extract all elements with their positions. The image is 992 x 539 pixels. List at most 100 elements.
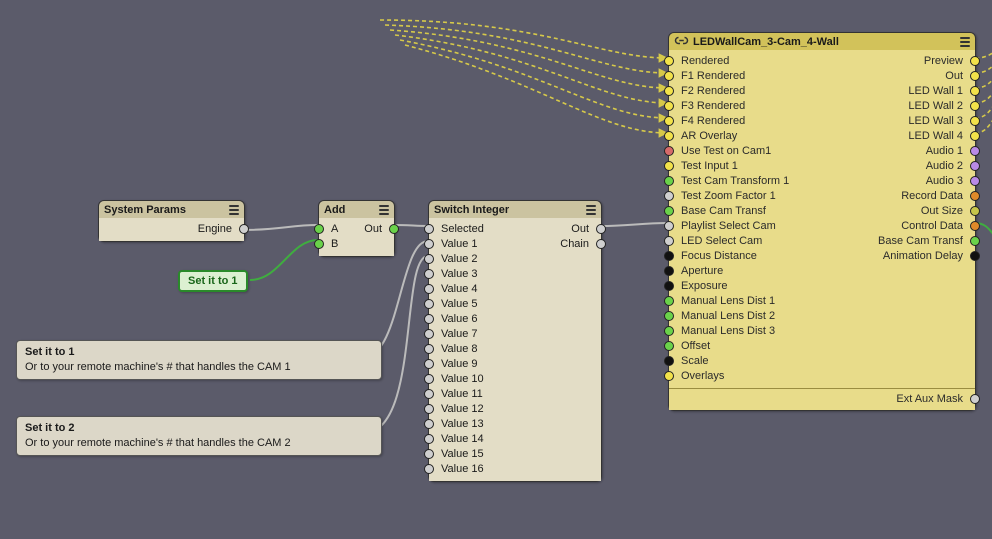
port-in[interactable] [664,281,674,291]
port-in[interactable] [664,311,674,321]
port-in[interactable] [314,239,324,249]
port-in[interactable] [314,224,324,234]
input-b[interactable]: B [319,236,394,251]
port-in[interactable] [664,341,674,351]
input-value-6[interactable]: Value 6 [429,311,601,326]
input-selected[interactable]: SelectedOut [429,221,601,236]
node-system-params[interactable]: System Params Engine [98,200,245,242]
port-out[interactable] [970,161,980,171]
input-value-10[interactable]: Value 10 [429,371,601,386]
port-in[interactable] [424,239,434,249]
input-value-4[interactable]: Value 4 [429,281,601,296]
node-header[interactable]: System Params [99,201,244,218]
port-in[interactable] [424,434,434,444]
port-in[interactable] [664,161,674,171]
port-in[interactable] [424,374,434,384]
port-out[interactable] [970,131,980,141]
port-out[interactable] [970,394,980,404]
port-out[interactable] [970,206,980,216]
port-out[interactable] [970,251,980,261]
port-in[interactable] [424,284,434,294]
port-in[interactable] [664,251,674,261]
port-in[interactable] [424,449,434,459]
port-in[interactable] [424,419,434,429]
note-cam2[interactable]: Set it to 2 Or to your remote machine's … [16,416,382,456]
node-switch-integer[interactable]: Switch Integer SelectedOutValue 1ChainVa… [428,200,602,482]
port-out[interactable] [970,101,980,111]
input-value-1[interactable]: Value 1Chain [429,236,601,251]
menu-icon[interactable] [379,205,389,215]
port-in[interactable] [424,299,434,309]
port-in[interactable] [664,146,674,156]
input-value-13[interactable]: Value 13 [429,416,601,431]
port-in[interactable] [664,236,674,246]
port-in[interactable] [424,224,434,234]
menu-icon[interactable] [229,205,239,215]
note-line2: Or to your remote machine's # that handl… [25,361,291,373]
note-set-to-1-green[interactable]: Set it to 1 [178,270,248,292]
port-in[interactable] [424,269,434,279]
port-in[interactable] [424,254,434,264]
port-in[interactable] [664,356,674,366]
port-out[interactable] [389,224,399,234]
port-out[interactable] [970,56,980,66]
port-in[interactable] [424,464,434,474]
port-in[interactable] [664,86,674,96]
input-value-14[interactable]: Value 14 [429,431,601,446]
input-value-5[interactable]: Value 5 [429,296,601,311]
port-out[interactable] [596,239,606,249]
input-value-3[interactable]: Value 3 [429,266,601,281]
input-value-9[interactable]: Value 9 [429,356,601,371]
menu-icon[interactable] [586,205,596,215]
note-cam1[interactable]: Set it to 1 Or to your remote machine's … [16,340,382,380]
port-out[interactable] [970,176,980,186]
port-in[interactable] [424,404,434,414]
port-in[interactable] [424,389,434,399]
node-header[interactable]: LEDWallCam_3-Cam_4-Wall [669,33,975,50]
port-in[interactable] [664,191,674,201]
input-value-2[interactable]: Value 2 [429,251,601,266]
port-in[interactable] [664,101,674,111]
port-out[interactable] [239,224,249,234]
output-ext-aux-mask[interactable]: Ext Aux Mask [669,391,975,406]
port-label: Value 1 [441,238,478,250]
port-in[interactable] [424,329,434,339]
port-out[interactable] [970,191,980,201]
port-label: Value 2 [441,253,478,265]
input-value-16[interactable]: Value 16 [429,461,601,476]
port-out[interactable] [970,116,980,126]
input-value-11[interactable]: Value 11 [429,386,601,401]
port-in[interactable] [664,71,674,81]
port-out[interactable] [970,146,980,156]
input-value-8[interactable]: Value 8 [429,341,601,356]
node-header[interactable]: Add [319,201,394,218]
port-in[interactable] [424,314,434,324]
port-in[interactable] [664,371,674,381]
node-add[interactable]: Add A Out B [318,200,395,257]
port-out[interactable] [970,236,980,246]
menu-icon[interactable] [960,37,970,47]
input-a[interactable]: A Out [319,221,394,236]
input-value-15[interactable]: Value 15 [429,446,601,461]
port-in[interactable] [424,359,434,369]
port-in[interactable] [664,116,674,126]
port-out[interactable] [970,71,980,81]
port-in[interactable] [664,296,674,306]
port-out[interactable] [970,221,980,231]
port-in[interactable] [664,221,674,231]
port-out[interactable] [970,86,980,96]
port-in[interactable] [664,326,674,336]
port-in[interactable] [664,176,674,186]
port-label: Scale [681,355,709,367]
node-header[interactable]: Switch Integer [429,201,601,218]
node-led-wall-cam[interactable]: LEDWallCam_3-Cam_4-Wall RenderedPreviewF… [668,32,976,411]
port-in[interactable] [664,131,674,141]
port-in[interactable] [664,266,674,276]
input-value-7[interactable]: Value 7 [429,326,601,341]
output-engine[interactable]: Engine [99,221,244,236]
port-in[interactable] [424,344,434,354]
port-out[interactable] [596,224,606,234]
port-in[interactable] [664,56,674,66]
input-value-12[interactable]: Value 12 [429,401,601,416]
port-in[interactable] [664,206,674,216]
